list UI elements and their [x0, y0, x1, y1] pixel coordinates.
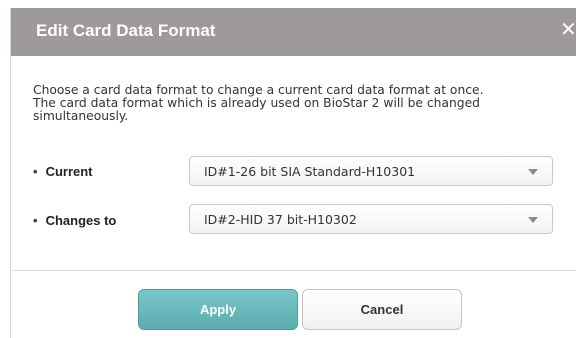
- current-label-text: Current: [45, 164, 93, 179]
- close-icon[interactable]: ✕: [560, 20, 576, 40]
- footer-divider: [11, 270, 576, 271]
- description-line: simultaneously.: [33, 109, 129, 123]
- changes-to-label: • Changes to: [33, 213, 116, 228]
- chevron-down-icon: [528, 217, 538, 223]
- edit-card-data-format-dialog: Edit Card Data Format ✕ Choose a card da…: [10, 8, 576, 338]
- current-format-select[interactable]: ID#1-26 bit SIA Standard-H10301: [189, 156, 553, 186]
- apply-button[interactable]: Apply: [138, 289, 298, 330]
- bullet: •: [33, 164, 38, 179]
- changes-to-format-select[interactable]: ID#2-HID 37 bit-H10302: [189, 204, 553, 234]
- current-format-value: ID#1-26 bit SIA Standard-H10301: [204, 164, 416, 179]
- dialog-description: Choose a card data format to change a cu…: [33, 84, 563, 123]
- dialog-titlebar: Edit Card Data Format ✕: [11, 8, 576, 56]
- changes-to-format-value: ID#2-HID 37 bit-H10302: [204, 212, 357, 227]
- cancel-button[interactable]: Cancel: [302, 289, 462, 330]
- bullet: •: [33, 213, 38, 228]
- current-label: • Current: [33, 164, 93, 179]
- changes-to-label-text: Changes to: [45, 213, 117, 228]
- dialog-title: Edit Card Data Format: [36, 21, 216, 40]
- chevron-down-icon: [528, 169, 538, 175]
